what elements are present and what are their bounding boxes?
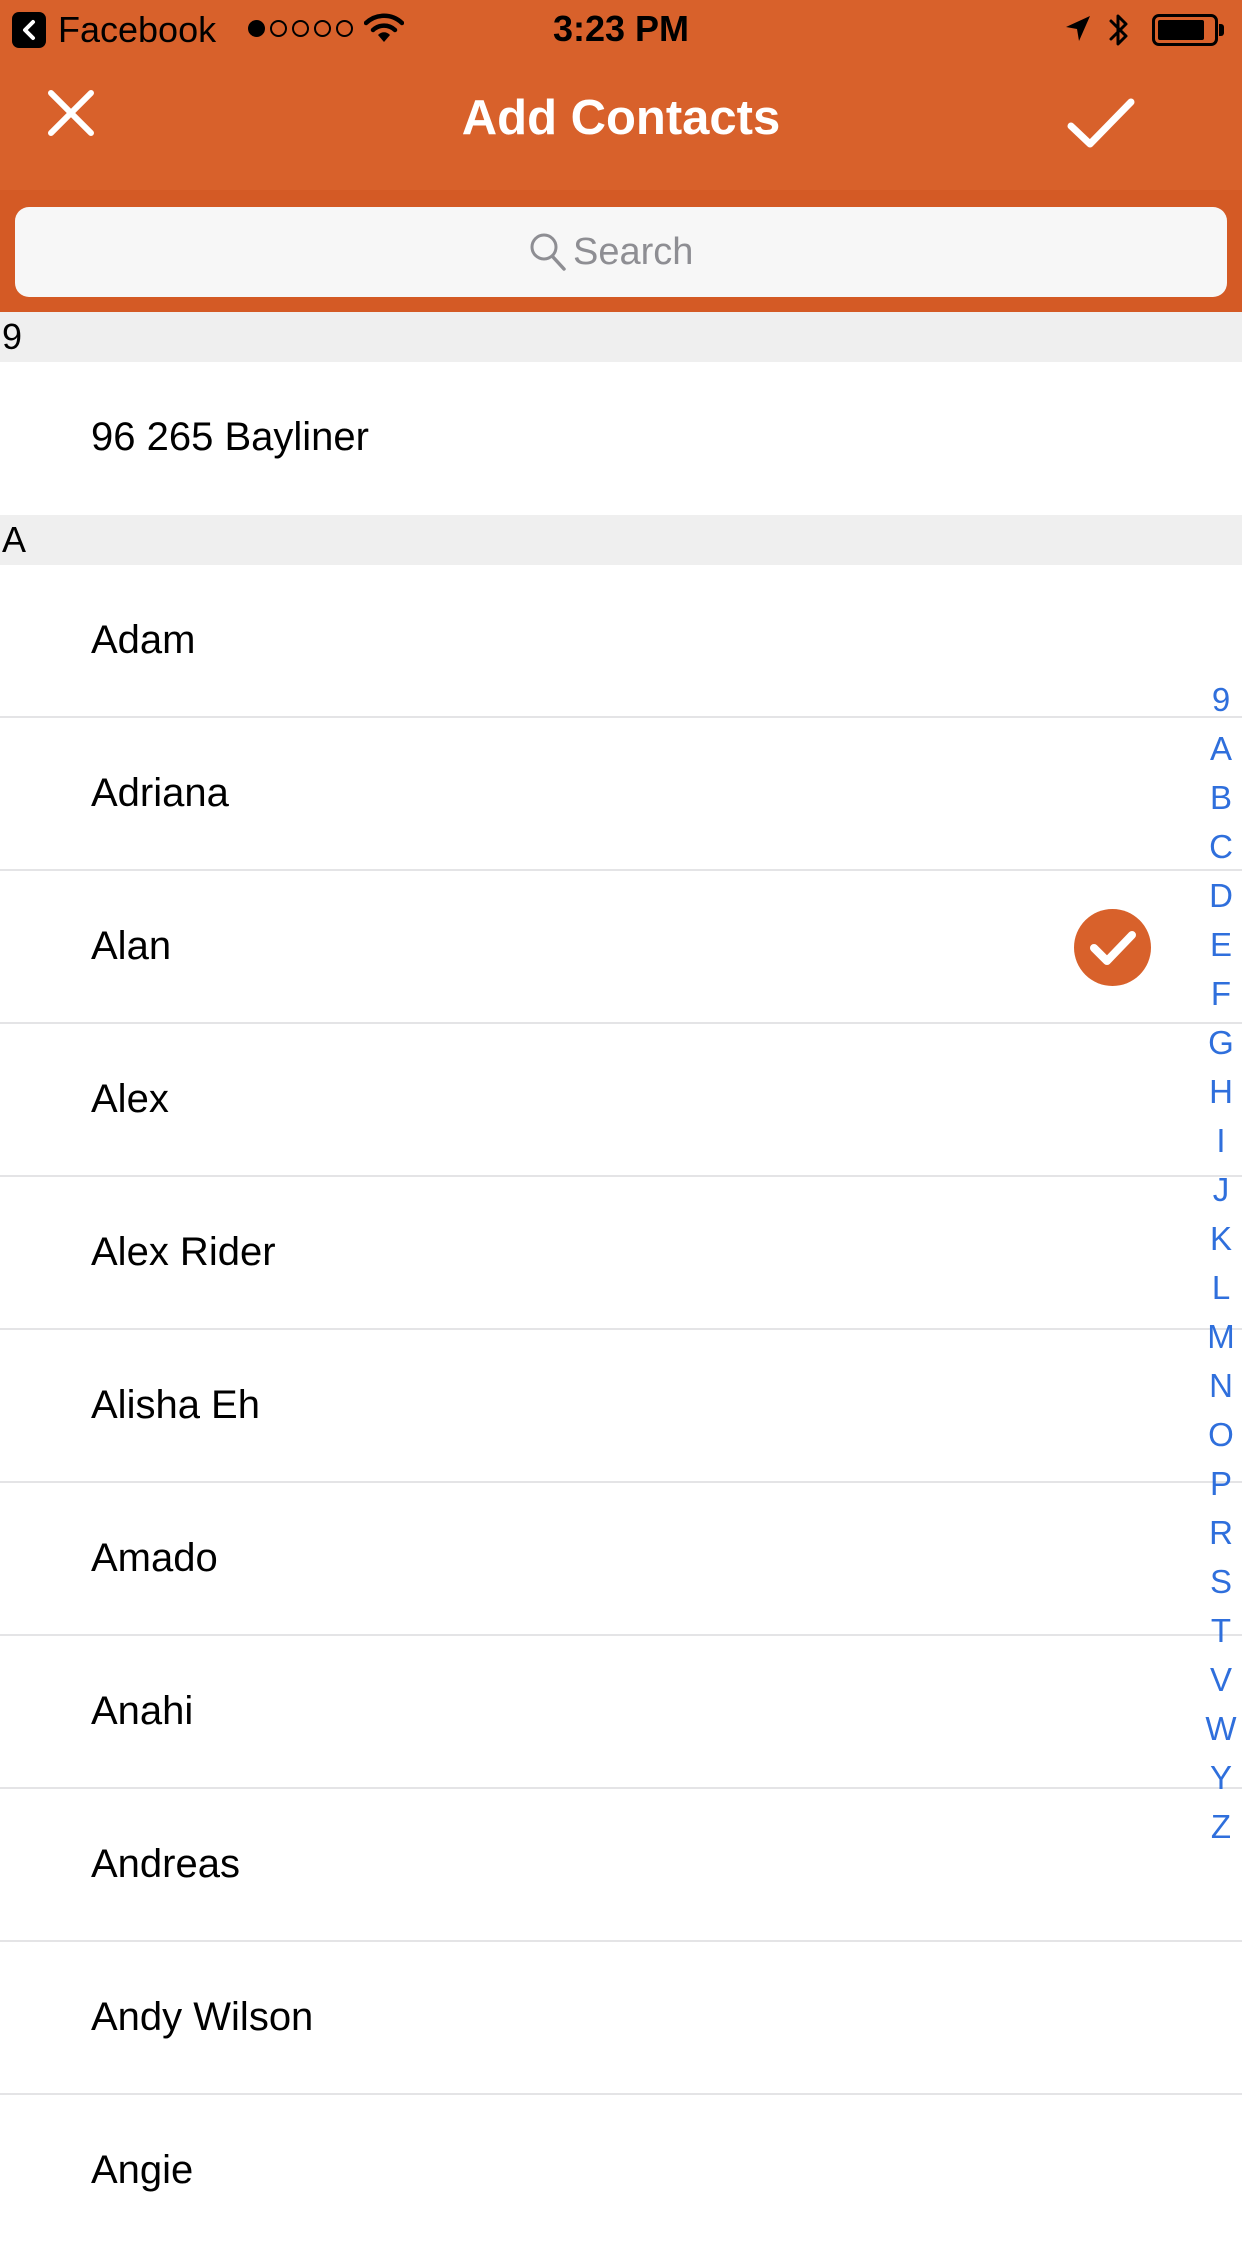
index-letter[interactable]: B: [1200, 773, 1242, 822]
contact-row[interactable]: Adriana: [0, 718, 1242, 871]
search-input[interactable]: [573, 230, 713, 274]
index-letter[interactable]: V: [1200, 1655, 1242, 1704]
index-letter[interactable]: D: [1200, 871, 1242, 920]
contact-name: Andreas: [91, 1842, 240, 1886]
index-letter[interactable]: Y: [1200, 1753, 1242, 1802]
status-time: 3:23 PM: [552, 8, 690, 49]
contact-row[interactable]: Andy Wilson: [0, 1942, 1242, 2095]
contact-name: Alex Rider: [91, 1230, 276, 1274]
contact-row[interactable]: Alisha Eh: [0, 1330, 1242, 1483]
bluetooth-icon: [1108, 10, 1130, 55]
index-letter[interactable]: R: [1200, 1508, 1242, 1557]
index-letter[interactable]: F: [1200, 969, 1242, 1018]
search-icon: [529, 232, 567, 277]
contact-name: Alan: [91, 924, 172, 968]
selected-checkmark-icon[interactable]: [1074, 909, 1151, 986]
index-letter[interactable]: M: [1200, 1312, 1242, 1361]
contact-row[interactable]: Andreas: [0, 1789, 1242, 1942]
contact-name: Angie: [91, 2148, 194, 2192]
index-letter[interactable]: G: [1200, 1018, 1242, 1067]
search-bar[interactable]: [15, 207, 1227, 297]
done-button[interactable]: [1056, 88, 1146, 164]
index-letter[interactable]: H: [1200, 1067, 1242, 1116]
index-letter[interactable]: J: [1200, 1165, 1242, 1214]
index-letter[interactable]: C: [1200, 822, 1242, 871]
index-letter[interactable]: I: [1200, 1116, 1242, 1165]
contact-name: Alex: [91, 1077, 169, 1121]
contact-name: Andy Wilson: [91, 1995, 314, 2039]
contact-row[interactable]: Amado: [0, 1483, 1242, 1636]
location-arrow-icon: [1064, 14, 1092, 49]
battery-icon: [1152, 14, 1218, 46]
section-header: 9: [0, 312, 1242, 362]
contact-row[interactable]: 96 265 Bayliner: [0, 362, 1242, 515]
index-letter[interactable]: P: [1200, 1459, 1242, 1508]
section-header: A: [0, 515, 1242, 565]
contact-name: Anahi: [91, 1689, 194, 1733]
contact-row[interactable]: Alan: [0, 871, 1242, 1024]
index-letter[interactable]: 9: [1200, 675, 1242, 724]
contact-name: Alisha Eh: [91, 1383, 260, 1427]
battery-level: [1158, 20, 1204, 40]
contact-row[interactable]: Adam: [0, 565, 1242, 718]
section-index[interactable]: 9ABCDEFGHIJKLMNOPRSTVWYZ: [1200, 675, 1242, 1851]
contact-row[interactable]: Alex: [0, 1024, 1242, 1177]
contact-row[interactable]: Alex Rider: [0, 1177, 1242, 1330]
index-letter[interactable]: A: [1200, 724, 1242, 773]
index-letter[interactable]: S: [1200, 1557, 1242, 1606]
contact-name: Amado: [91, 1536, 218, 1580]
checkmark-icon: [1066, 96, 1136, 157]
index-letter[interactable]: K: [1200, 1214, 1242, 1263]
contact-list: 9 96 265 Bayliner A Adam Adriana Alan Alex Alex…: [0, 312, 1242, 2248]
index-letter[interactable]: O: [1200, 1410, 1242, 1459]
index-letter[interactable]: W: [1200, 1704, 1242, 1753]
contact-name: 96 265 Bayliner: [91, 415, 369, 459]
status-bar: Facebook 3:23 PM: [0, 0, 1242, 60]
index-letter[interactable]: E: [1200, 920, 1242, 969]
index-letter[interactable]: Z: [1200, 1802, 1242, 1851]
contact-row[interactable]: Anahi: [0, 1636, 1242, 1789]
contact-name: Adriana: [91, 771, 229, 815]
contact-row[interactable]: Angie: [0, 2095, 1242, 2248]
index-letter[interactable]: L: [1200, 1263, 1242, 1312]
contact-name: Adam: [91, 618, 196, 662]
index-letter[interactable]: T: [1200, 1606, 1242, 1655]
index-letter[interactable]: N: [1200, 1361, 1242, 1410]
battery-cap: [1219, 24, 1224, 36]
